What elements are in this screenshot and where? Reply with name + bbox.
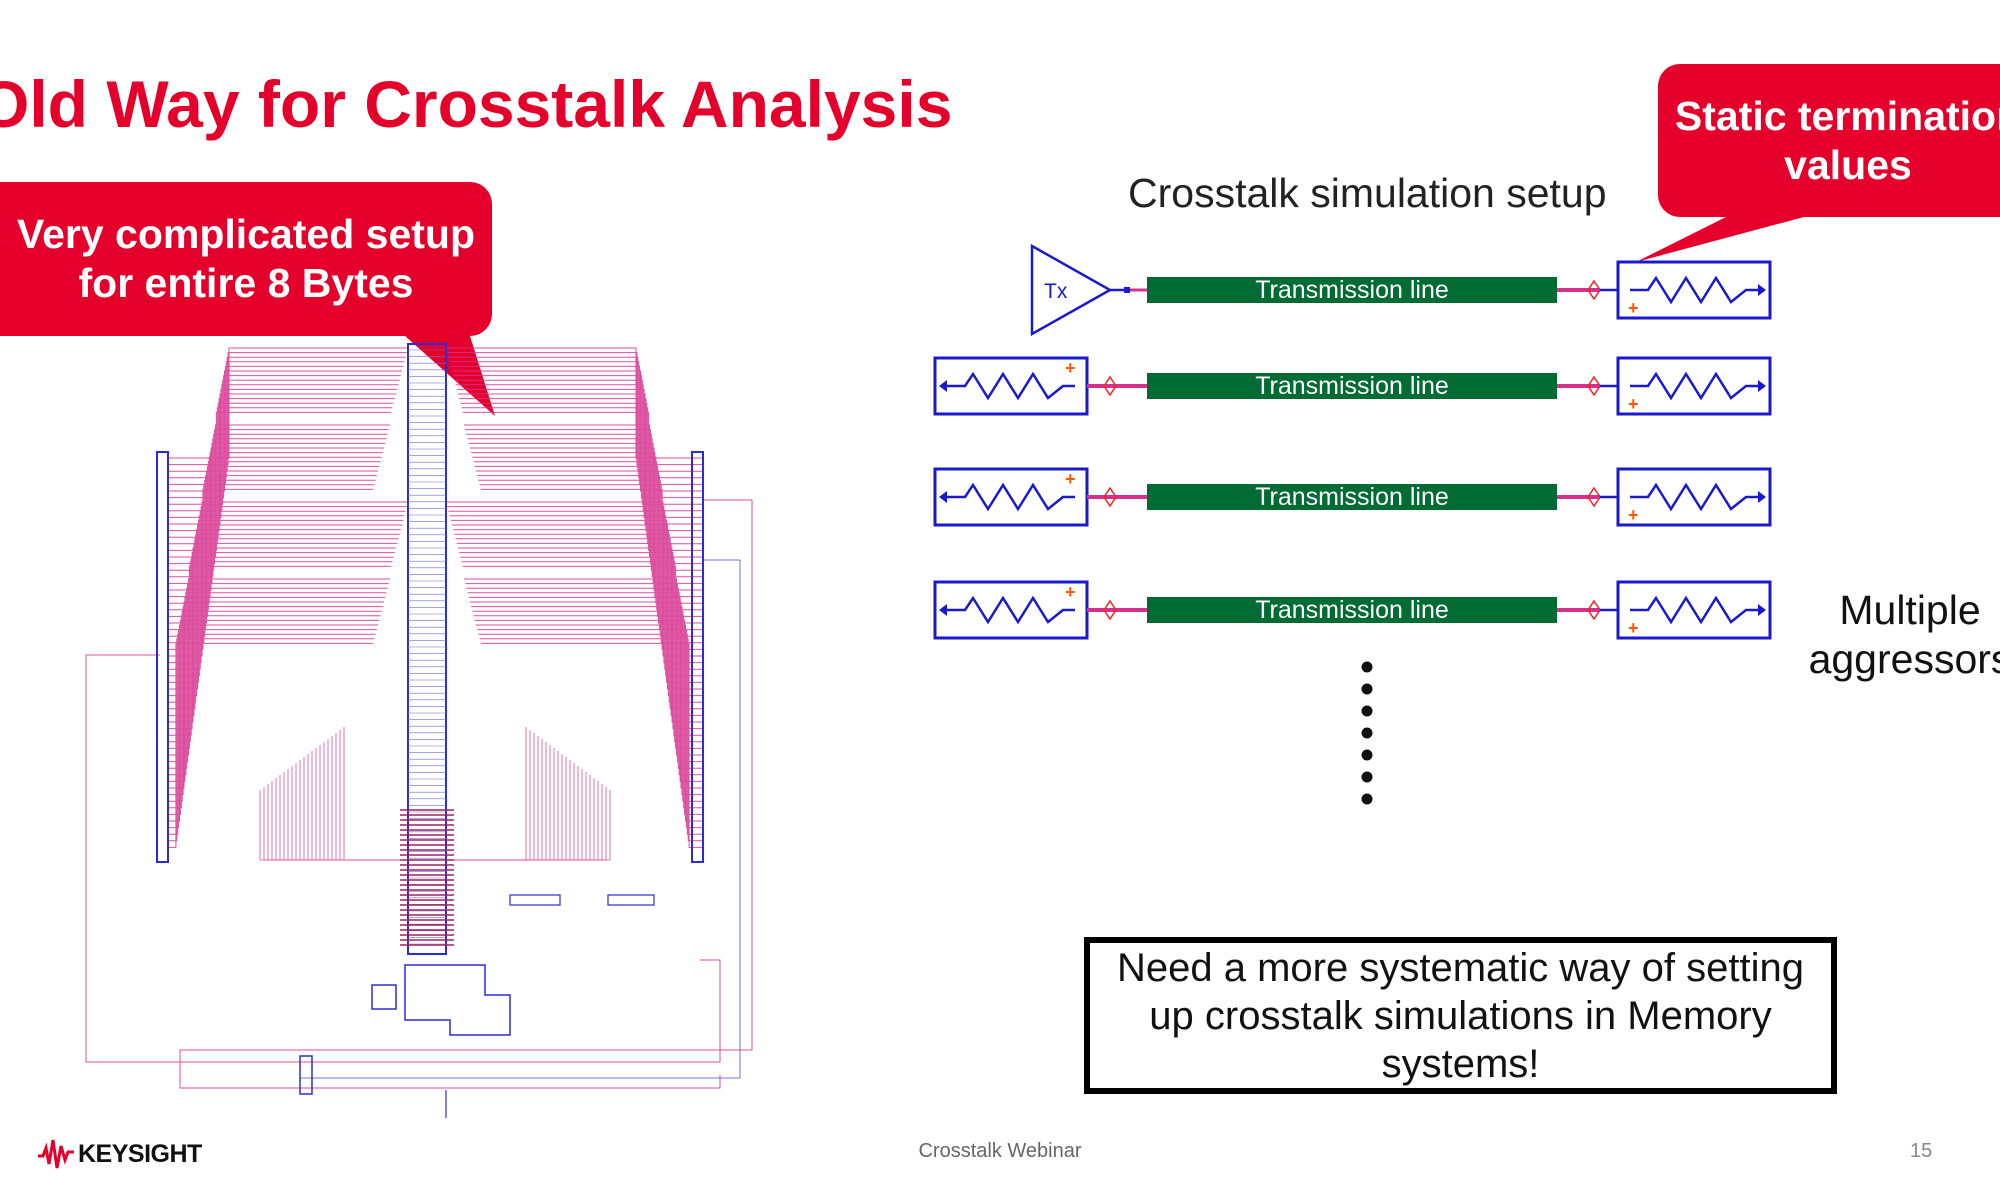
resistor-termination-icon: + <box>933 580 1089 640</box>
plus-icon: + <box>1628 298 1639 318</box>
resistor-termination-icon: + <box>1616 260 1772 320</box>
ground-arrow-icon <box>1758 284 1766 296</box>
ground-arrow-icon <box>939 380 947 392</box>
resistor-termination-icon: + <box>1616 356 1772 416</box>
transmission-line-1: Transmission line <box>1147 277 1557 303</box>
resistor-termination-icon: + <box>1616 580 1772 640</box>
plus-icon: + <box>1065 582 1076 602</box>
ellipsis-dot <box>1361 683 1373 695</box>
transmission-line-2: Transmission line <box>1147 373 1557 399</box>
ellipsis-dot <box>1361 771 1373 783</box>
message-text: Need a more systematic way of setting up… <box>1117 945 1804 1086</box>
ground-arrow-icon <box>1758 604 1766 616</box>
ellipsis-dot <box>1361 661 1373 673</box>
plus-icon: + <box>1065 469 1076 489</box>
transmission-line-3: Transmission line <box>1147 484 1557 510</box>
plus-icon: + <box>1628 394 1639 414</box>
ellipsis-dot <box>1361 727 1373 739</box>
resistor-termination-icon: + <box>1616 467 1772 527</box>
message-box: Need a more systematic way of setting up… <box>1084 937 1837 1094</box>
ellipsis-dot <box>1361 793 1373 805</box>
label-line: Multiple <box>1839 587 1981 633</box>
ground-arrow-icon <box>1758 491 1766 503</box>
ellipsis-dot <box>1361 705 1373 717</box>
multiple-aggressors-label: Multiple aggressors <box>1790 586 2000 684</box>
tx-driver-icon: Tx <box>1030 243 1147 337</box>
callout-pointer <box>1636 210 1830 262</box>
ground-arrow-icon <box>939 604 947 616</box>
ground-arrow-icon <box>939 491 947 503</box>
ground-arrow-icon <box>1758 380 1766 392</box>
resistor-termination-icon: + <box>933 356 1089 416</box>
page-number: 15 <box>1910 1140 1933 1162</box>
transmission-line-4: Transmission line <box>1147 597 1557 623</box>
plus-icon: + <box>1065 358 1076 378</box>
keysight-wave-icon <box>38 1139 74 1169</box>
keysight-logo: KEYSIGHT <box>38 1138 202 1170</box>
plus-icon: + <box>1628 618 1639 638</box>
logo-text: KEYSIGHT <box>78 1139 202 1168</box>
plus-icon: + <box>1628 505 1639 525</box>
tx-label: Tx <box>1044 280 1068 303</box>
footer-title: Crosstalk Webinar <box>918 1140 1082 1162</box>
resistor-termination-icon: + <box>933 467 1089 527</box>
label-line: aggressors <box>1808 636 2000 682</box>
ellipsis-dot <box>1361 749 1373 761</box>
